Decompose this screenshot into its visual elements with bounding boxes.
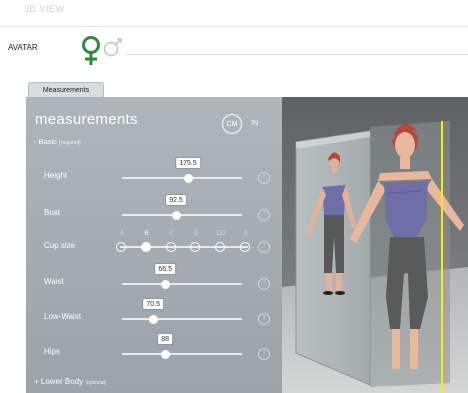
height-label: Height — [44, 171, 68, 180]
hips-label: Hips — [44, 347, 61, 356]
cup-size-option-a[interactable] — [116, 242, 126, 252]
low-waist-help-icon[interactable]: ? — [258, 313, 270, 325]
cup-size-letter-e: E — [243, 231, 249, 237]
cup-size-option-d[interactable] — [190, 242, 201, 252]
cup-size-letter-a: A — [119, 231, 125, 237]
measurements-panel: measurements CM IN - Basic (required) He… — [26, 97, 282, 393]
bust-value: 92.5 — [165, 194, 187, 206]
divider — [126, 54, 468, 55]
section-lower-body-label: + Lower Body — [34, 377, 84, 386]
low-waist-label: Low-Waist — [44, 312, 82, 321]
tab-strip: Measurements — [0, 72, 468, 98]
cup-size-help-icon[interactable]: ? — [258, 241, 270, 253]
tab-measurements-label: Measurements — [42, 87, 90, 94]
avatar-scene-image — [282, 97, 468, 393]
waist-label: Waist — [44, 277, 64, 286]
hips-slider[interactable]: 88 — [122, 333, 242, 359]
height-slider[interactable]: 175.5 — [122, 157, 242, 183]
section-basic-label: - Basic — [34, 137, 57, 146]
waist-slider[interactable]: 66.5 — [122, 263, 242, 289]
cup-size-option-b[interactable] — [140, 242, 151, 252]
bust-slider[interactable]: 92.5 — [122, 194, 242, 220]
waist-help-icon[interactable]: ? — [258, 278, 270, 290]
section-basic-note: (required) — [59, 140, 81, 146]
section-lower-body[interactable]: + Lower Body (optional) — [34, 377, 106, 386]
bust-thumb[interactable] — [171, 210, 181, 220]
cup-size-label: Cup size — [44, 241, 76, 250]
panel-title: measurements — [35, 111, 138, 128]
cup-size-letter-b: B — [144, 231, 149, 237]
top-bar: 3D VIEW — [0, 0, 468, 27]
cup-size-option-c[interactable] — [165, 242, 176, 252]
cup-size-selector[interactable] — [120, 246, 248, 248]
female-icon[interactable] — [80, 35, 102, 67]
bust-help-icon[interactable]: ? — [258, 209, 270, 221]
cup-size-letter-dd: DD — [216, 231, 226, 237]
hips-thumb[interactable] — [160, 349, 170, 359]
height-value: 175.5 — [175, 157, 201, 169]
low-waist-slider[interactable]: 70.5 — [122, 298, 242, 324]
low-waist-value: 70.5 — [142, 298, 164, 310]
male-icon[interactable] — [102, 37, 124, 57]
tab-measurements[interactable]: Measurements — [28, 82, 104, 98]
hips-value: 88 — [157, 333, 174, 345]
cup-size-option-e[interactable] — [240, 242, 250, 252]
hips-help-icon[interactable]: ? — [258, 348, 270, 360]
waist-value: 66.5 — [154, 263, 176, 275]
avatar-3d-view[interactable] — [282, 97, 468, 393]
unit-cm-toggle[interactable]: CM — [222, 114, 242, 134]
cup-size-letter-c: C — [169, 231, 174, 237]
height-thumb[interactable] — [183, 173, 193, 183]
avatar-row: AVATAR — [0, 27, 468, 72]
section-lower-body-note: (optional) — [85, 380, 107, 386]
bust-label: Bust — [44, 208, 61, 217]
height-help-icon[interactable]: ? — [258, 172, 270, 184]
avatar-label: AVATAR — [8, 43, 38, 52]
cup-size-letter-d: D — [194, 231, 199, 237]
faint-title: 3D VIEW — [24, 4, 65, 14]
low-waist-thumb[interactable] — [148, 314, 158, 324]
cup-size-option-dd[interactable] — [215, 242, 226, 252]
unit-in-toggle[interactable]: IN — [251, 120, 258, 127]
unit-cm-label: CM — [226, 120, 238, 128]
section-basic[interactable]: - Basic (required) — [34, 137, 81, 146]
waist-thumb[interactable] — [160, 279, 170, 289]
